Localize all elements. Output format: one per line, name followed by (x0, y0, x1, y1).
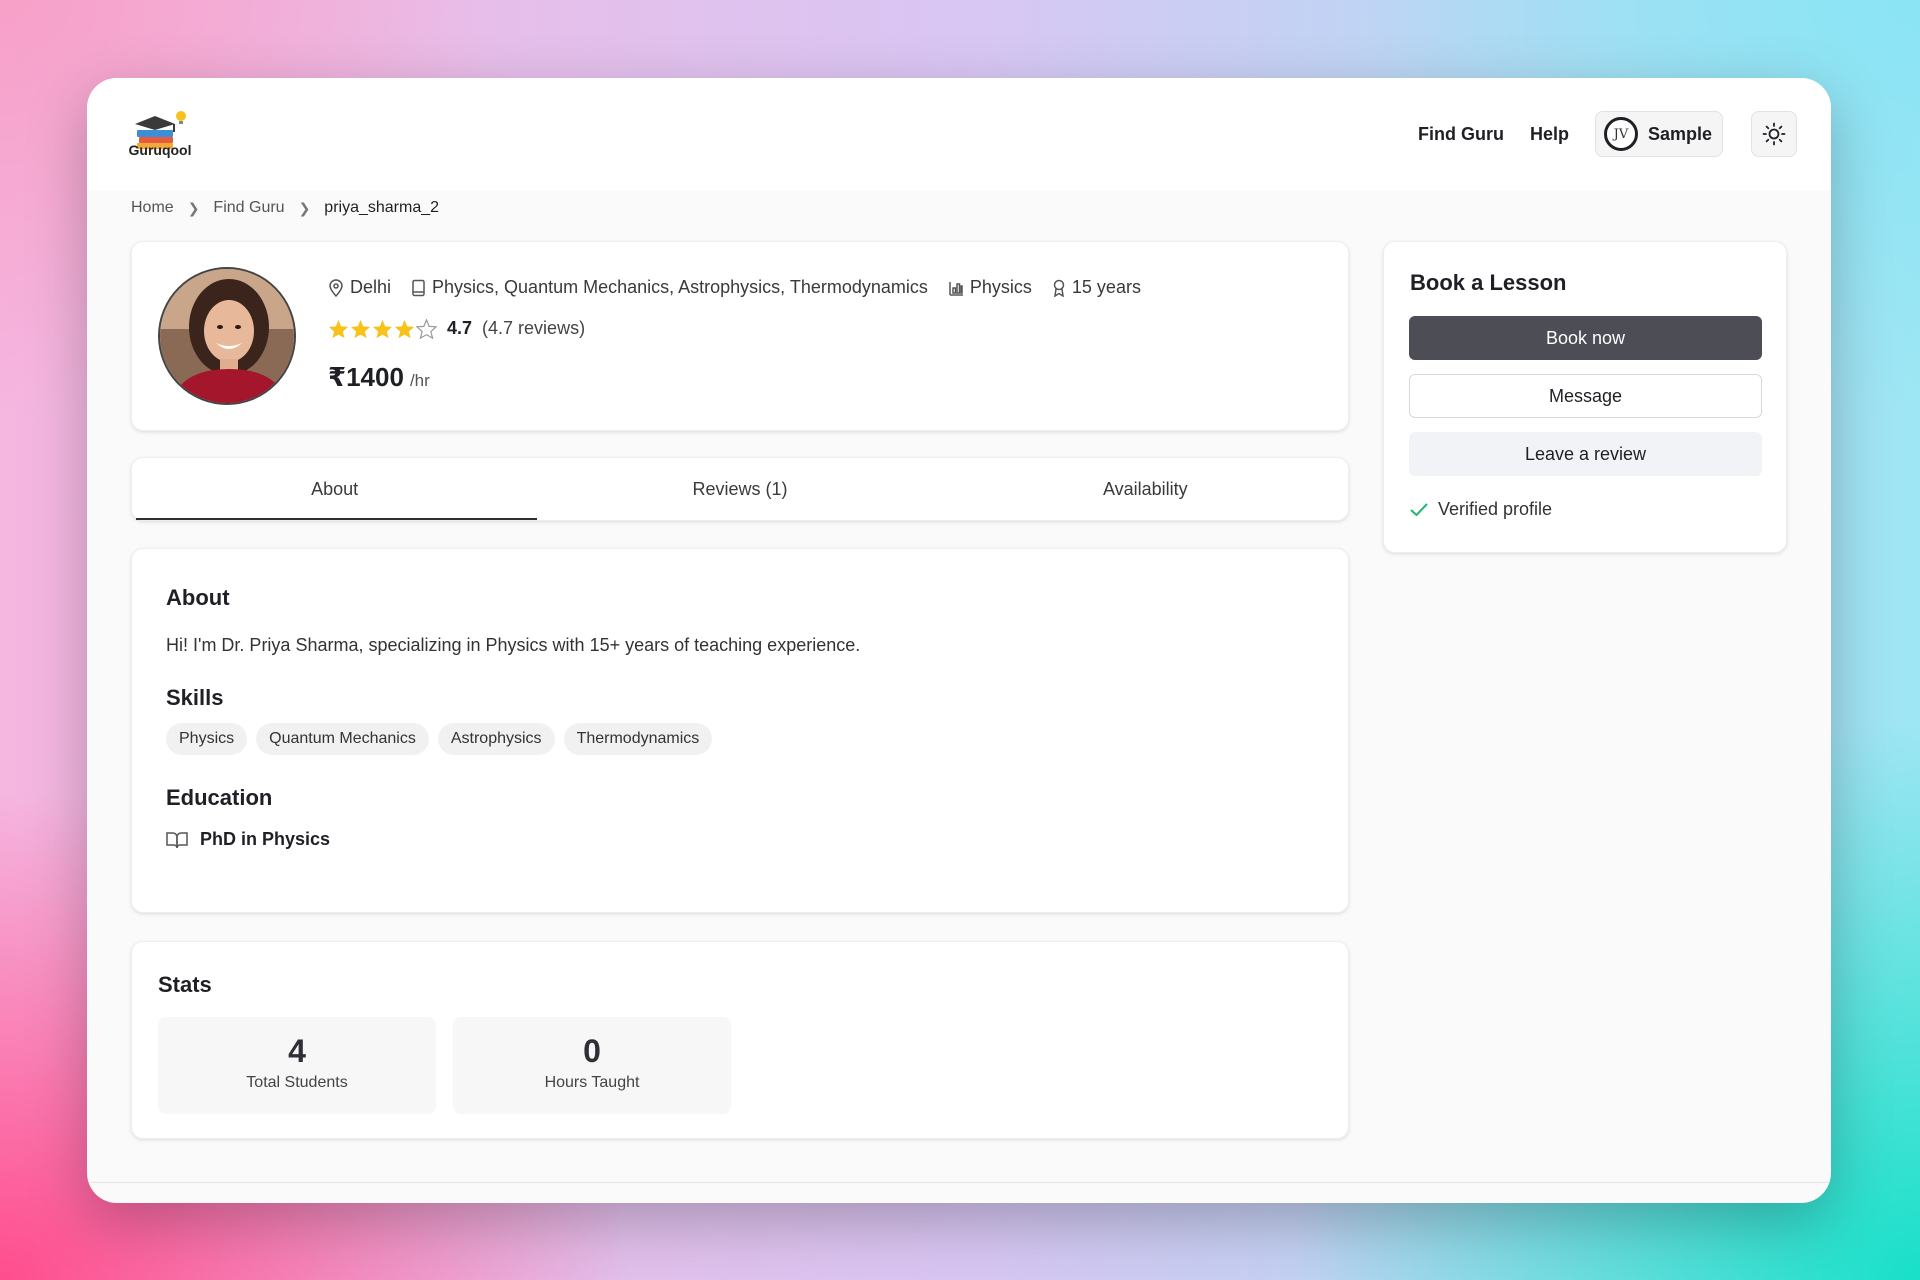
star-filled-icon (394, 319, 415, 338)
skills-list: Physics Quantum Mechanics Astrophysics T… (166, 723, 713, 755)
stat-hours-taught: 0 Hours Taught (453, 1017, 731, 1114)
stat-value: 4 (288, 1033, 306, 1069)
top-header: Guruqool Find Guru Help JV Sample (87, 78, 1831, 190)
theme-toggle-button[interactable] (1751, 111, 1797, 157)
stat-value: 0 (583, 1033, 601, 1069)
user-avatar: JV (1603, 117, 1638, 151)
star-filled-icon (328, 319, 349, 338)
breadcrumb-find-guru[interactable]: Find Guru (213, 199, 284, 217)
leave-review-button[interactable]: Leave a review (1409, 432, 1762, 476)
tab-availability[interactable]: Availability (943, 458, 1348, 520)
star-filled-icon (372, 319, 393, 338)
app-window: Guruqool Find Guru Help JV Sample Home ❯ (87, 78, 1831, 1203)
profile-tabs: About Reviews (1) Availability (131, 457, 1349, 521)
message-button[interactable]: Message (1409, 374, 1762, 418)
award-icon (1053, 279, 1065, 297)
breadcrumb: Home ❯ Find Guru ❯ priya_sharma_2 (131, 193, 439, 223)
skills-title: Skills (166, 685, 224, 710)
chevron-right-icon: ❯ (187, 199, 200, 216)
star-filled-icon (350, 319, 371, 338)
skill-chip: Thermodynamics (563, 723, 713, 755)
nav-find-guru[interactable]: Find Guru (1418, 124, 1504, 145)
price-row: ₹1400 /hr (328, 362, 430, 393)
stat-total-students: 4 Total Students (158, 1017, 436, 1114)
rating-row: 4.7 (4.7 reviews) (328, 318, 585, 339)
main-nav: Find Guru Help JV Sample (1418, 111, 1797, 157)
open-book-icon (166, 831, 188, 848)
location-text: Delhi (350, 277, 392, 297)
tab-about[interactable]: About (132, 458, 538, 520)
breadcrumb-current: priya_sharma_2 (324, 199, 440, 216)
skill-chip: Physics (166, 723, 248, 755)
footer-divider (87, 1182, 1831, 1183)
meta-location: Delhi (328, 277, 391, 298)
price-unit: /hr (409, 371, 430, 390)
about-card: About Hi! I'm Dr. Priya Sharma, speciali… (131, 548, 1349, 913)
stats-title: Stats (158, 972, 212, 997)
verified-badge: Verified profile (1410, 499, 1552, 520)
chevron-right-icon: ❯ (298, 199, 311, 216)
subjects-text: Physics, Quantum Mechanics, Astrophysics… (432, 277, 928, 297)
profile-meta: Delhi Physics, Quantum Mechanics, Astrop… (328, 277, 1141, 298)
rating-count: (4.7 reviews) (482, 318, 586, 338)
book-now-button[interactable]: Book now (1409, 316, 1762, 360)
stats-card: Stats 4 Total Students 0 Hours Taught (131, 941, 1349, 1139)
user-name: Sample (1647, 123, 1712, 144)
tab-reviews[interactable]: Reviews (1) (537, 458, 942, 520)
price-value: ₹1400 (328, 362, 404, 392)
verified-text: Verified profile (1438, 499, 1553, 519)
education-title: Education (166, 785, 273, 810)
booking-title: Book a Lesson (1410, 270, 1567, 295)
rating-stars (328, 318, 437, 339)
booking-card: Book a Lesson Book now Message Leave a r… (1383, 241, 1787, 553)
category-text: Physics (969, 277, 1032, 297)
skill-chip: Astrophysics (437, 723, 555, 755)
meta-experience: 15 years (1052, 277, 1141, 298)
experience-text: 15 years (1071, 277, 1141, 297)
breadcrumb-home[interactable]: Home (131, 199, 174, 217)
skill-chip: Quantum Mechanics (256, 723, 429, 755)
star-empty-icon (416, 318, 437, 339)
user-menu-button[interactable]: JV Sample (1594, 111, 1723, 157)
meta-subjects: Physics, Quantum Mechanics, Astrophysics… (411, 277, 928, 298)
sun-icon (1762, 122, 1786, 146)
education-text: PhD in Physics (200, 829, 331, 849)
brand-name: Guruqool (128, 142, 192, 158)
map-pin-icon (329, 278, 343, 297)
check-icon (1410, 503, 1428, 516)
stat-label: Total Students (246, 1074, 348, 1091)
rating-value: 4.7 (447, 318, 473, 338)
book-icon (412, 279, 425, 296)
profile-card: Delhi Physics, Quantum Mechanics, Astrop… (131, 241, 1349, 431)
nav-help[interactable]: Help (1530, 124, 1569, 145)
stat-label: Hours Taught (544, 1074, 640, 1091)
meta-category: Physics (948, 277, 1032, 298)
profile-photo (158, 267, 296, 405)
education-item: PhD in Physics (166, 829, 330, 850)
about-title: About (166, 585, 230, 610)
about-text: Hi! I'm Dr. Priya Sharma, specializing i… (166, 635, 861, 655)
bar-chart-icon (949, 281, 963, 296)
